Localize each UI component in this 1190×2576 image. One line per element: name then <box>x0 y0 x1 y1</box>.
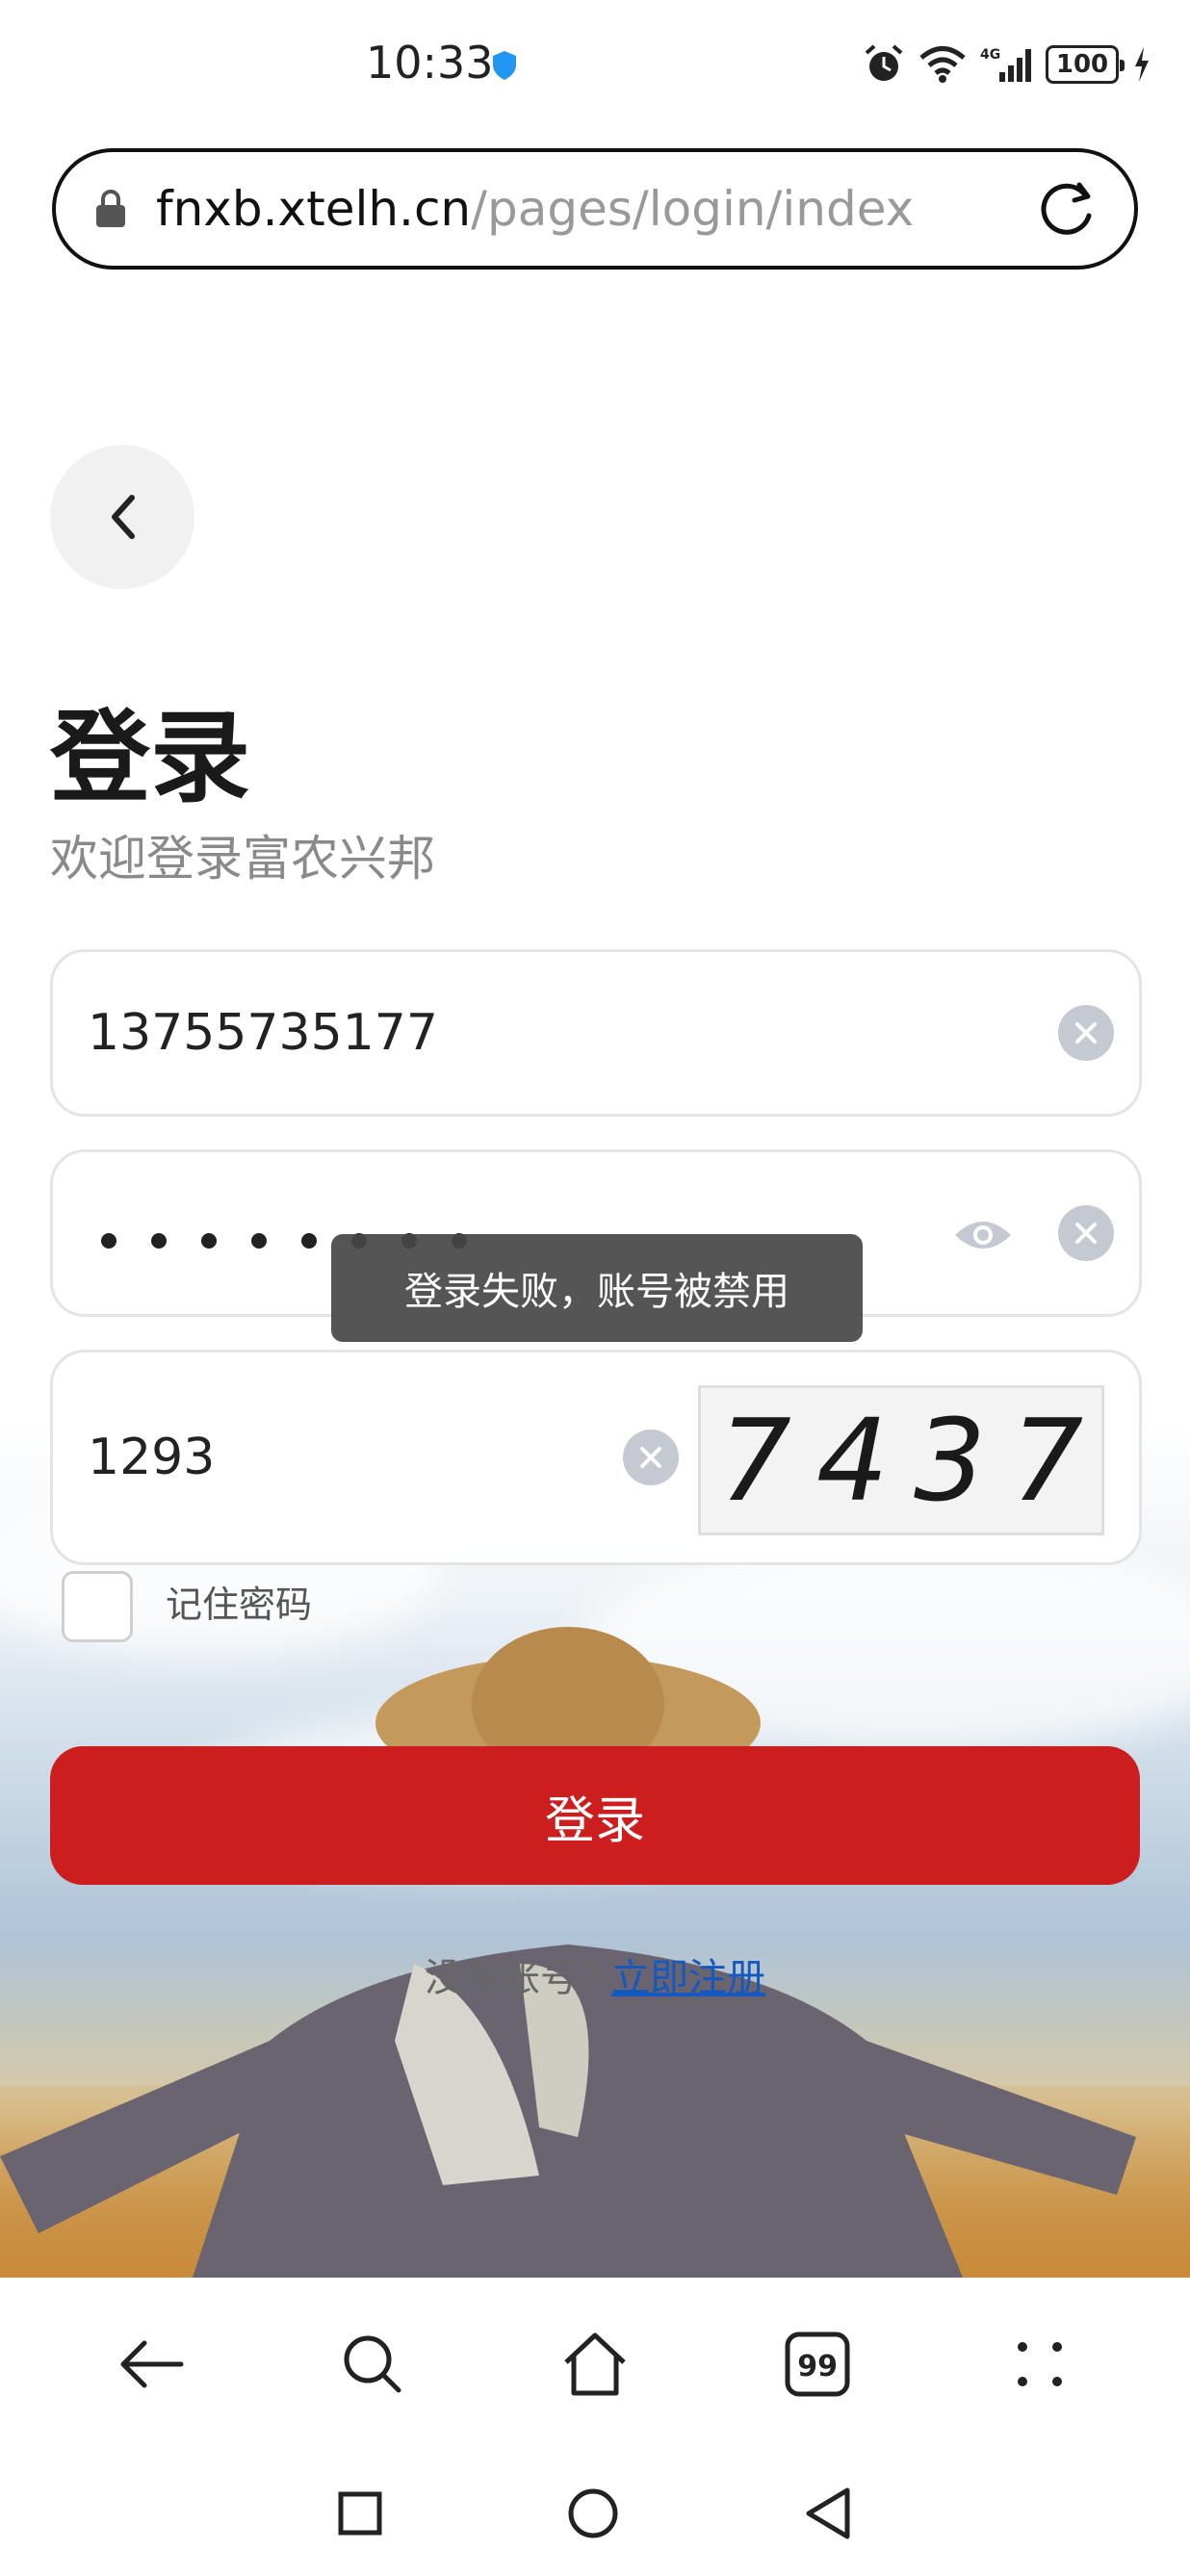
browser-tabs-button[interactable]: 99 <box>779 2326 856 2403</box>
status-time: 10:33 <box>366 37 494 89</box>
register-link[interactable]: 立即注册 <box>611 1956 765 2000</box>
url-path: /pages/login/index <box>471 181 915 237</box>
register-question: 没有账号? <box>425 1956 600 2000</box>
system-nav-bar <box>0 2451 1190 2576</box>
browser-menu-button[interactable] <box>1001 2326 1078 2403</box>
svg-text:4G: 4G <box>980 47 1000 63</box>
alarm-icon <box>865 44 903 81</box>
clear-icon[interactable] <box>623 1430 679 1485</box>
charging-icon <box>1135 47 1149 82</box>
captcha-image[interactable]: 7437 <box>698 1385 1104 1535</box>
lock-icon <box>96 190 125 227</box>
browser-back-button[interactable] <box>112 2326 189 2403</box>
eye-icon[interactable] <box>952 1212 1014 1258</box>
captcha-input-value[interactable]: 1293 <box>88 1429 215 1486</box>
browser-search-button[interactable] <box>334 2326 411 2403</box>
page-title: 登录 <box>50 699 251 816</box>
tabs-count: 99 <box>797 2349 839 2383</box>
remember-label[interactable]: 记住密码 <box>166 1575 312 1628</box>
recent-apps-icon[interactable] <box>337 2490 383 2537</box>
clear-icon[interactable] <box>1058 1205 1114 1261</box>
more-dots-icon <box>1018 2342 1063 2386</box>
status-bar: 10:33 4G 100 <box>0 0 1190 135</box>
browser-home-button[interactable] <box>556 2326 634 2403</box>
url-host: fnxb.xtelh.cn <box>156 181 472 237</box>
login-button[interactable]: 登录 <box>50 1746 1140 1885</box>
phone-input-value[interactable]: 13755735177 <box>88 1004 438 1062</box>
captcha-image-text: 7437 <box>718 1394 1109 1527</box>
search-icon <box>344 2335 401 2393</box>
captcha-field[interactable]: 1293 7437 <box>50 1350 1142 1565</box>
reload-icon[interactable] <box>1036 177 1099 241</box>
back-triangle-icon[interactable] <box>803 2486 853 2540</box>
home-circle-icon[interactable] <box>566 2486 620 2540</box>
arrow-left-icon <box>120 2340 184 2388</box>
wifi-icon <box>919 46 966 83</box>
chevron-left-icon <box>112 495 135 539</box>
error-toast: 登录失败，账号被禁用 <box>331 1234 863 1342</box>
clear-icon[interactable] <box>1058 1005 1114 1061</box>
battery-level: 100 <box>1055 50 1109 79</box>
signal-4g-icon: 4G <box>980 47 1031 82</box>
home-icon <box>564 2332 626 2396</box>
page-subtitle: 欢迎登录富农兴邦 <box>50 831 435 887</box>
battery-icon: 100 <box>1046 45 1125 84</box>
status-icons: 4G 100 <box>863 40 1151 89</box>
phone-field[interactable]: 13755735177 <box>50 949 1142 1117</box>
shield-icon <box>493 51 516 80</box>
address-bar[interactable]: fnxb.xtelh.cn/pages/login/index <box>52 148 1138 270</box>
register-row: 没有账号? 立即注册 <box>0 1946 1190 2002</box>
back-button[interactable] <box>50 445 194 589</box>
browser-toolbar: 99 <box>0 2278 1190 2451</box>
remember-checkbox[interactable] <box>62 1571 133 1642</box>
url-text[interactable]: fnxb.xtelh.cn/pages/login/index <box>156 181 1036 237</box>
